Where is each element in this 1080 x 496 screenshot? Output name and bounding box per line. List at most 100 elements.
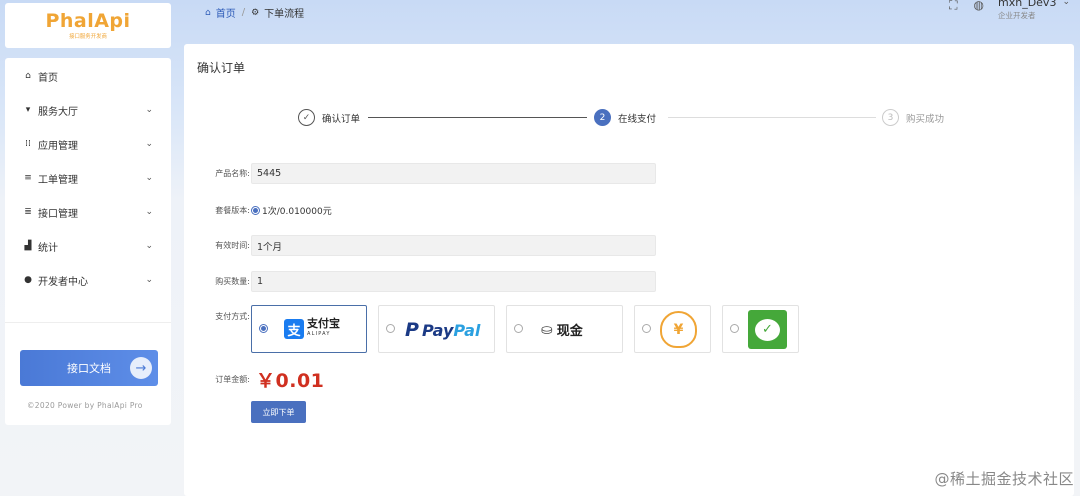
sidebar-item-ticket-management[interactable]: ≡ 工单管理 ⌄	[5, 161, 171, 195]
top-right-toolbar: ⛶ ◍ mxh_Dev3 企业开发者 ⌄	[933, 0, 1070, 21]
api-docs-label: 接口文档	[67, 362, 111, 375]
step-confirm-order: ✓ 确认订单	[298, 109, 360, 126]
chevron-down-icon: ⌄	[145, 173, 153, 183]
breadcrumb-home[interactable]: ⌂ 首页	[205, 5, 236, 21]
payment-row: 支付方式:	[184, 311, 250, 322]
page-title: 确认订单	[197, 61, 246, 75]
payment-option-paypal[interactable]: P PayPal	[378, 305, 495, 353]
step-connector	[368, 117, 587, 118]
user-role: 企业开发者	[998, 11, 1036, 20]
payment-option-wechat[interactable]: ✓	[722, 305, 799, 353]
sidebar-item-developer-center[interactable]: ● 开发者中心 ⌄	[5, 263, 171, 297]
quantity-row: 购买数量: 1	[184, 271, 656, 292]
package-option[interactable]: 1次/0.010000元	[251, 204, 332, 217]
logo-subtitle: 接口服务开发商	[69, 33, 107, 40]
api-docs-button[interactable]: 接口文档 →	[20, 350, 158, 386]
sidebar-item-label: 开发者中心	[38, 276, 88, 288]
arrow-right-icon: →	[130, 357, 152, 379]
place-order-button[interactable]: 立即下单	[251, 401, 306, 423]
payment-label: 支付方式:	[215, 312, 250, 321]
list-icon: ≣	[24, 207, 32, 217]
logo[interactable]: PhalApi 接口服务开发商	[5, 3, 171, 48]
amount-label: 订单金额:	[215, 375, 250, 384]
sidebar-item-service-hall[interactable]: ▾ 服务大厅 ⌄	[5, 93, 171, 127]
money-bag-radio[interactable]	[642, 324, 651, 333]
money-bag-icon: ¥	[660, 311, 697, 348]
home-icon: ⌂	[25, 71, 31, 81]
validity-label: 有效时间:	[215, 241, 250, 250]
sidebar-item-label: 服务大厅	[38, 106, 78, 118]
alipay-en: ALIPAY	[307, 331, 331, 337]
watermark: @稀土掘金技术社区	[934, 470, 1074, 488]
step-label: 在线支付	[618, 113, 657, 125]
step-connector	[668, 117, 876, 118]
copyright: ©2020 Power by PhalApi Pro	[27, 401, 143, 410]
cash-logo: ⛀ 现金	[541, 320, 583, 340]
user-menu[interactable]: mxh_Dev3 企业开发者	[998, 0, 1056, 21]
paypal-radio[interactable]	[386, 324, 395, 333]
quantity-label: 购买数量:	[215, 277, 250, 286]
sidebar-item-api-management[interactable]: ≣ 接口管理 ⌄	[5, 195, 171, 229]
alipay-logo: 支 支付宝 ALIPAY	[284, 317, 340, 339]
handshake-icon: ⛀	[541, 321, 553, 338]
sidebar: ⌂ 首页 ▾ 服务大厅 ⌄ ⁞⁞ 应用管理 ⌄ ≡ 工单管理 ⌄ ≣ 接口管理 …	[5, 58, 171, 425]
breadcrumb-separator: /	[241, 7, 246, 18]
paypal-text-pay: Pay	[421, 320, 454, 340]
alipay-name: 支付宝	[307, 317, 340, 330]
bar-chart-icon: ▟	[24, 241, 32, 251]
payment-option-cash[interactable]: ⛀ 现金	[506, 305, 623, 353]
sidebar-item-home[interactable]: ⌂ 首页	[5, 59, 171, 93]
sidebar-item-label: 统计	[38, 242, 58, 254]
cart-icon: ▾	[25, 105, 31, 115]
wechat-pay-icon: ✓	[748, 310, 787, 349]
home-icon: ⌂	[205, 7, 211, 18]
chevron-down-icon[interactable]: ⌄	[1062, 0, 1070, 7]
payment-option-alipay[interactable]: 支 支付宝 ALIPAY	[251, 305, 367, 353]
steps: ✓ 确认订单 2 在线支付 3 购买成功	[184, 108, 1074, 128]
package-radio[interactable]	[251, 206, 260, 215]
cash-label: 现金	[556, 324, 583, 339]
globe-icon[interactable]: ◍	[974, 0, 984, 12]
amount-row: 订单金额: ￥0.01	[184, 366, 324, 393]
paypal-logo: P PayPal	[405, 319, 480, 341]
sidebar-item-statistics[interactable]: ▟ 统计 ⌄	[5, 229, 171, 263]
chevron-down-icon: ⌄	[145, 207, 153, 217]
product-field[interactable]: 5445	[251, 163, 656, 184]
breadcrumb: ⌂ 首页 / ⚙ 下单流程	[205, 5, 304, 20]
quantity-field[interactable]: 1	[251, 271, 656, 292]
product-row: 产品名称: 5445	[184, 163, 656, 184]
breadcrumb-current: ⚙ 下单流程	[251, 5, 305, 21]
sidebar-divider	[5, 322, 171, 323]
sidebar-item-label: 接口管理	[38, 208, 78, 220]
list-icon: ≡	[24, 173, 32, 183]
step-label: 购买成功	[906, 113, 945, 125]
payment-option-money-bag[interactable]: ¥	[634, 305, 711, 353]
package-label: 套餐版本:	[215, 206, 250, 215]
alipay-icon: 支	[284, 319, 304, 339]
payment-options: 支 支付宝 ALIPAY P PayPal ⛀ 现金 ¥ ✓	[251, 305, 799, 353]
alipay-radio[interactable]	[259, 324, 268, 333]
order-amount: ￥0.01	[256, 370, 325, 392]
main-card: 确认订单 ✓ 确认订单 2 在线支付 3 购买成功 产品名称: 5445 套餐版…	[184, 44, 1074, 496]
validity-row: 有效时间: 1个月	[184, 235, 656, 256]
package-row: 套餐版本: 1次/0.010000元	[184, 204, 332, 217]
validity-field[interactable]: 1个月	[251, 235, 656, 256]
wechat-radio[interactable]	[730, 324, 739, 333]
step-purchase-success: 3 购买成功	[882, 109, 944, 126]
step-online-payment: 2 在线支付	[594, 109, 656, 126]
grid-icon: ⁞⁞	[25, 139, 31, 149]
step-number: 2	[594, 109, 611, 126]
chevron-down-icon: ⌄	[145, 241, 153, 251]
user-name: mxh_Dev3	[998, 0, 1057, 9]
chevron-down-icon: ⌄	[145, 139, 153, 149]
cash-radio[interactable]	[514, 324, 523, 333]
sidebar-item-label: 应用管理	[38, 140, 78, 152]
fullscreen-icon[interactable]: ⛶	[949, 0, 957, 13]
sidebar-item-label: 工单管理	[38, 174, 78, 186]
sidebar-item-app-management[interactable]: ⁞⁞ 应用管理 ⌄	[5, 127, 171, 161]
breadcrumb-current-label: 下单流程	[264, 9, 305, 20]
user-icon: ●	[24, 275, 32, 285]
check-icon: ✓	[298, 109, 315, 126]
sidebar-item-label: 首页	[38, 72, 58, 84]
chevron-down-icon: ⌄	[145, 105, 153, 115]
